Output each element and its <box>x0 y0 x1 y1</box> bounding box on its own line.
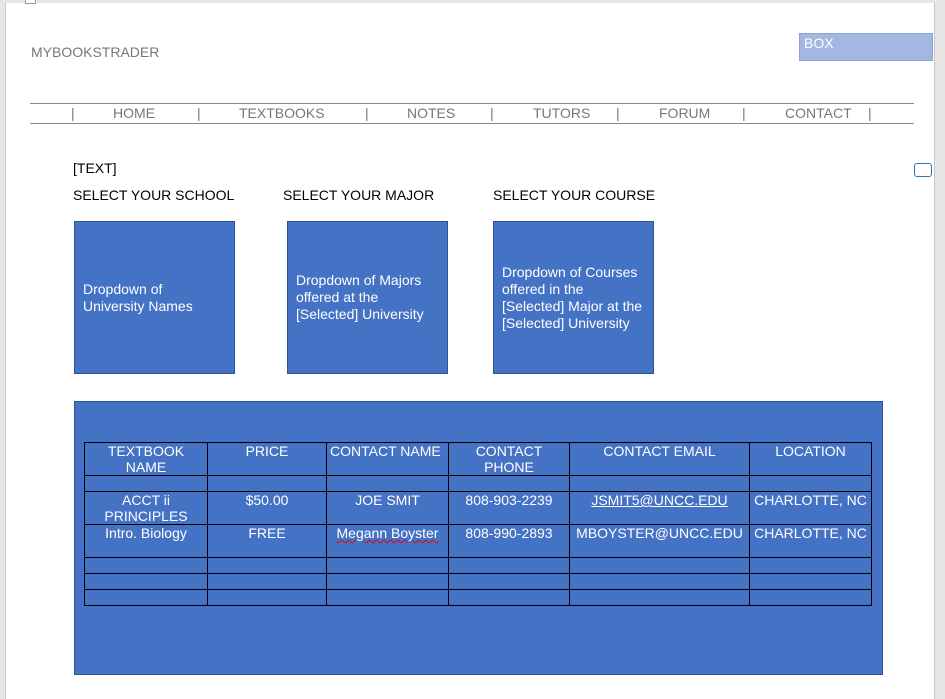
header-textbook-name: TEXTBOOK NAME <box>84 442 208 476</box>
cell-email: MBOYSTER@UNCC.EDU <box>569 524 750 558</box>
header-contact-name: CONTACT NAME <box>326 442 449 476</box>
table-cell <box>84 589 208 606</box>
nav-top-rule <box>30 103 914 104</box>
major-dropdown[interactable]: Dropdown of Majors offered at the [Selec… <box>287 221 448 374</box>
table-cell <box>326 557 449 574</box>
table-cell <box>569 557 750 574</box>
nav-separator: | <box>868 105 872 121</box>
table-cell <box>84 475 208 492</box>
course-label: SELECT YOUR COURSE <box>493 187 656 203</box>
table-row <box>84 589 872 606</box>
nav-separator: | <box>197 105 201 121</box>
table-cell <box>749 573 872 590</box>
header-box: BOX <box>799 33 933 61</box>
text-placeholder: [TEXT] <box>73 160 117 176</box>
nav-notes[interactable]: NOTES <box>407 105 455 121</box>
listings-table: TEXTBOOK NAME PRICE CONTACT NAME CONTACT… <box>84 442 872 606</box>
table-cell <box>448 589 570 606</box>
nav-separator: | <box>71 105 75 121</box>
cell-location: CHARLOTTE, NC <box>749 524 872 558</box>
table-cell <box>326 475 449 492</box>
major-label: SELECT YOUR MAJOR <box>283 187 435 203</box>
cell-textbook: Intro. Biology <box>84 524 208 558</box>
table-cell <box>448 475 570 492</box>
table-row <box>84 573 872 590</box>
email-link[interactable]: JSMIT5@UNCC.EDU <box>591 492 727 508</box>
table-cell <box>749 557 872 574</box>
nav-separator: | <box>742 105 746 121</box>
table-cell <box>326 589 449 606</box>
header-location: LOCATION <box>749 442 872 476</box>
nav-separator: | <box>365 105 369 121</box>
cell-price: FREE <box>207 524 327 558</box>
table-cell <box>84 573 208 590</box>
header-price: PRICE <box>207 442 327 476</box>
table-row: ACCT ii PRINCIPLES $50.00 JOE SMIT 808-9… <box>84 491 872 525</box>
cell-location: CHARLOTTE, NC <box>749 491 872 525</box>
nav-contact[interactable]: CONTACT <box>785 105 852 121</box>
cell-phone: 808-903-2239 <box>448 491 570 525</box>
nav-bottom-rule <box>30 123 914 124</box>
school-dropdown[interactable]: Dropdown of University Names <box>74 221 235 374</box>
nav-home[interactable]: HOME <box>113 105 155 121</box>
cell-contact-name: JOE SMIT <box>326 491 449 525</box>
page-marker <box>25 0 36 4</box>
nav-forum[interactable]: FORUM <box>659 105 710 121</box>
cell-price: $50.00 <box>207 491 327 525</box>
comment-icon[interactable] <box>914 163 932 177</box>
cell-contact-name: Megann Boyster <box>326 524 449 558</box>
site-logo: MYBOOKSTRADER <box>31 44 160 60</box>
table-cell <box>749 589 872 606</box>
table-cell <box>207 475 327 492</box>
table-row <box>84 557 872 574</box>
table-cell <box>569 475 750 492</box>
table-cell <box>569 589 750 606</box>
table-row <box>84 475 872 492</box>
header-contact-phone: CONTACT PHONE <box>448 442 570 476</box>
table-cell <box>448 573 570 590</box>
cell-textbook: ACCT ii PRINCIPLES <box>84 491 208 525</box>
school-label: SELECT YOUR SCHOOL <box>73 187 235 203</box>
nav-separator: | <box>490 105 494 121</box>
contact-name-text: Megann Boyster <box>336 525 439 541</box>
table-cell <box>84 557 208 574</box>
table-cell <box>569 573 750 590</box>
table-cell <box>207 557 327 574</box>
header-contact-email: CONTACT EMAIL <box>569 442 750 476</box>
table-cell <box>207 573 327 590</box>
table-cell <box>207 589 327 606</box>
table-cell <box>448 557 570 574</box>
table-header-row: TEXTBOOK NAME PRICE CONTACT NAME CONTACT… <box>84 442 872 476</box>
table-cell <box>326 573 449 590</box>
cell-email: JSMIT5@UNCC.EDU <box>569 491 750 525</box>
cell-phone: 808-990-2893 <box>448 524 570 558</box>
table-row: Intro. Biology FREE Megann Boyster 808-9… <box>84 524 872 558</box>
nav-textbooks[interactable]: TEXTBOOKS <box>239 105 325 121</box>
course-dropdown[interactable]: Dropdown of Courses offered in the [Sele… <box>493 221 654 374</box>
nav-separator: | <box>616 105 620 121</box>
table-cell <box>749 475 872 492</box>
nav-tutors[interactable]: TUTORS <box>533 105 590 121</box>
